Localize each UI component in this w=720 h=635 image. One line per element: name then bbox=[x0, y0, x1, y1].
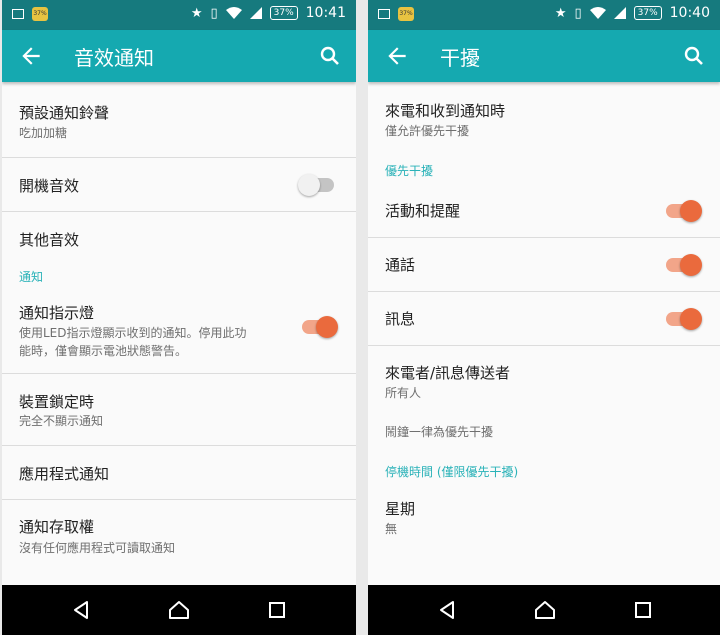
home-icon[interactable] bbox=[533, 598, 557, 622]
section-title: 停機時間 (僅限優先干擾) bbox=[385, 465, 519, 479]
home-icon[interactable] bbox=[167, 598, 191, 622]
sound-notification-screen: 37% ★ ▯ 37% 10:41 音效通知 預設通知鈴聲 吃加加糖 開機音效 … bbox=[2, 0, 356, 635]
app-bar: 干擾 bbox=[368, 30, 720, 82]
item-summary: 使用LED指示燈顯示收到的通知。停用此功 bbox=[19, 326, 247, 340]
app-notification-icon: 37% bbox=[398, 7, 414, 21]
calls-item[interactable]: 通話 bbox=[368, 238, 720, 292]
vibrate-icon: ▯ bbox=[210, 5, 218, 21]
alarms-priority-note: 鬧鐘一律為優先干擾 bbox=[368, 418, 720, 460]
item-title: 應用程式通知 bbox=[19, 465, 110, 483]
status-bar: 37% ★ ▯ 37% 10:40 bbox=[368, 0, 720, 30]
item-summary: 完全不顯示通知 bbox=[19, 414, 104, 428]
section-title: 優先干擾 bbox=[385, 164, 434, 178]
wifi-icon bbox=[225, 7, 242, 19]
item-title: 訊息 bbox=[385, 310, 416, 328]
page-title: 音效通知 bbox=[74, 46, 154, 70]
messages-item[interactable]: 訊息 bbox=[368, 292, 720, 346]
toggle-knob bbox=[680, 254, 702, 276]
item-title: 來電和收到通知時 bbox=[385, 102, 506, 120]
square-recents-icon[interactable] bbox=[265, 598, 289, 622]
item-title: 預設通知鈴聲 bbox=[19, 104, 110, 122]
item-summary: 無 bbox=[385, 522, 398, 536]
notification-access-item[interactable]: 通知存取權 沒有任何應用程式可讀取通知 bbox=[2, 500, 356, 572]
image-notification-icon bbox=[378, 9, 390, 19]
navigation-bar bbox=[2, 585, 356, 635]
search-icon[interactable] bbox=[682, 44, 706, 68]
item-title: 其他音效 bbox=[19, 231, 80, 249]
interruptions-screen: 37% ★ ▯ 37% 10:40 干擾 來電和收到通知時 僅允許優先干擾 優先… bbox=[368, 0, 720, 635]
star-icon: ★ bbox=[554, 5, 567, 21]
vibrate-icon: ▯ bbox=[574, 5, 582, 21]
when-calls-arrive-item[interactable]: 來電和收到通知時 僅允許優先干擾 bbox=[368, 82, 720, 156]
item-summary: 沒有任何應用程式可讀取通知 bbox=[19, 541, 176, 555]
boot-sound-toggle[interactable] bbox=[298, 174, 334, 196]
item-summary: 所有人 bbox=[385, 386, 422, 400]
signal-icon bbox=[613, 7, 626, 19]
item-title: 活動和提醒 bbox=[385, 202, 461, 220]
item-summary: 吃加加糖 bbox=[19, 126, 68, 140]
triangle-back-icon[interactable] bbox=[435, 598, 459, 622]
wifi-icon bbox=[589, 7, 606, 19]
item-title: 來電者/訊息傳送者 bbox=[385, 364, 511, 382]
section-header-priority: 優先干擾 bbox=[368, 156, 720, 184]
arrow-back-icon[interactable] bbox=[384, 43, 410, 69]
app-notification-icon: 37% bbox=[32, 7, 48, 21]
notification-light-toggle[interactable] bbox=[302, 316, 338, 338]
item-title: 通知指示燈 bbox=[19, 304, 95, 322]
page-title: 干擾 bbox=[440, 46, 480, 70]
triangle-back-icon[interactable] bbox=[69, 598, 93, 622]
item-title: 開機音效 bbox=[19, 177, 80, 195]
settings-list: 預設通知鈴聲 吃加加糖 開機音效 其他音效 通知 通知指示燈 使用LED指示燈顯… bbox=[2, 82, 356, 572]
signal-icon bbox=[249, 7, 262, 19]
callers-senders-item[interactable]: 來電者/訊息傳送者 所有人 bbox=[368, 346, 720, 418]
toggle-knob bbox=[680, 308, 702, 330]
app-notification-item[interactable]: 應用程式通知 bbox=[2, 446, 356, 500]
arrow-back-icon[interactable] bbox=[18, 43, 44, 69]
boot-sound-item[interactable]: 開機音效 bbox=[2, 158, 356, 212]
battery-indicator: 37% bbox=[269, 6, 298, 20]
app-bar: 音效通知 bbox=[2, 30, 356, 82]
battery-indicator: 37% bbox=[633, 6, 662, 20]
events-reminders-toggle[interactable] bbox=[666, 200, 702, 222]
search-icon[interactable] bbox=[318, 44, 342, 68]
events-reminders-item[interactable]: 活動和提醒 bbox=[368, 184, 720, 238]
item-title: 星期 bbox=[385, 500, 416, 518]
image-notification-icon bbox=[12, 9, 24, 19]
item-title: 通知存取權 bbox=[19, 518, 95, 536]
clock: 10:40 bbox=[669, 5, 710, 21]
item-summary: 僅允許優先干擾 bbox=[385, 124, 470, 138]
status-bar: 37% ★ ▯ 37% 10:41 bbox=[2, 0, 356, 30]
item-summary: 能時，僅會顯示電池狀態警告。 bbox=[19, 344, 188, 358]
item-title: 裝置鎖定時 bbox=[19, 393, 95, 411]
settings-list: 來電和收到通知時 僅允許優先干擾 優先干擾 活動和提醒 通話 訊息 來電者/訊息… bbox=[368, 82, 720, 546]
navigation-bar bbox=[368, 585, 720, 635]
item-title: 通話 bbox=[385, 256, 416, 274]
section-header-notification: 通知 bbox=[2, 266, 356, 292]
other-sounds-item[interactable]: 其他音效 bbox=[2, 212, 356, 266]
section-title: 通知 bbox=[19, 270, 44, 284]
toggle-knob bbox=[680, 200, 702, 222]
section-header-downtime: 停機時間 (僅限優先干擾) bbox=[368, 460, 720, 486]
toggle-knob bbox=[298, 174, 320, 196]
alarms-note-text: 鬧鐘一律為優先干擾 bbox=[385, 425, 494, 439]
square-recents-icon[interactable] bbox=[631, 598, 655, 622]
notification-light-item[interactable]: 通知指示燈 使用LED指示燈顯示收到的通知。停用此功 能時，僅會顯示電池狀態警告… bbox=[2, 292, 356, 374]
lock-screen-item[interactable]: 裝置鎖定時 完全不顯示通知 bbox=[2, 374, 356, 446]
toggle-knob bbox=[316, 316, 338, 338]
star-icon: ★ bbox=[190, 5, 203, 21]
calls-toggle[interactable] bbox=[666, 254, 702, 276]
default-notification-tone-item[interactable]: 預設通知鈴聲 吃加加糖 bbox=[2, 82, 356, 158]
days-item[interactable]: 星期 無 bbox=[368, 486, 720, 546]
messages-toggle[interactable] bbox=[666, 308, 702, 330]
clock: 10:41 bbox=[305, 5, 346, 21]
